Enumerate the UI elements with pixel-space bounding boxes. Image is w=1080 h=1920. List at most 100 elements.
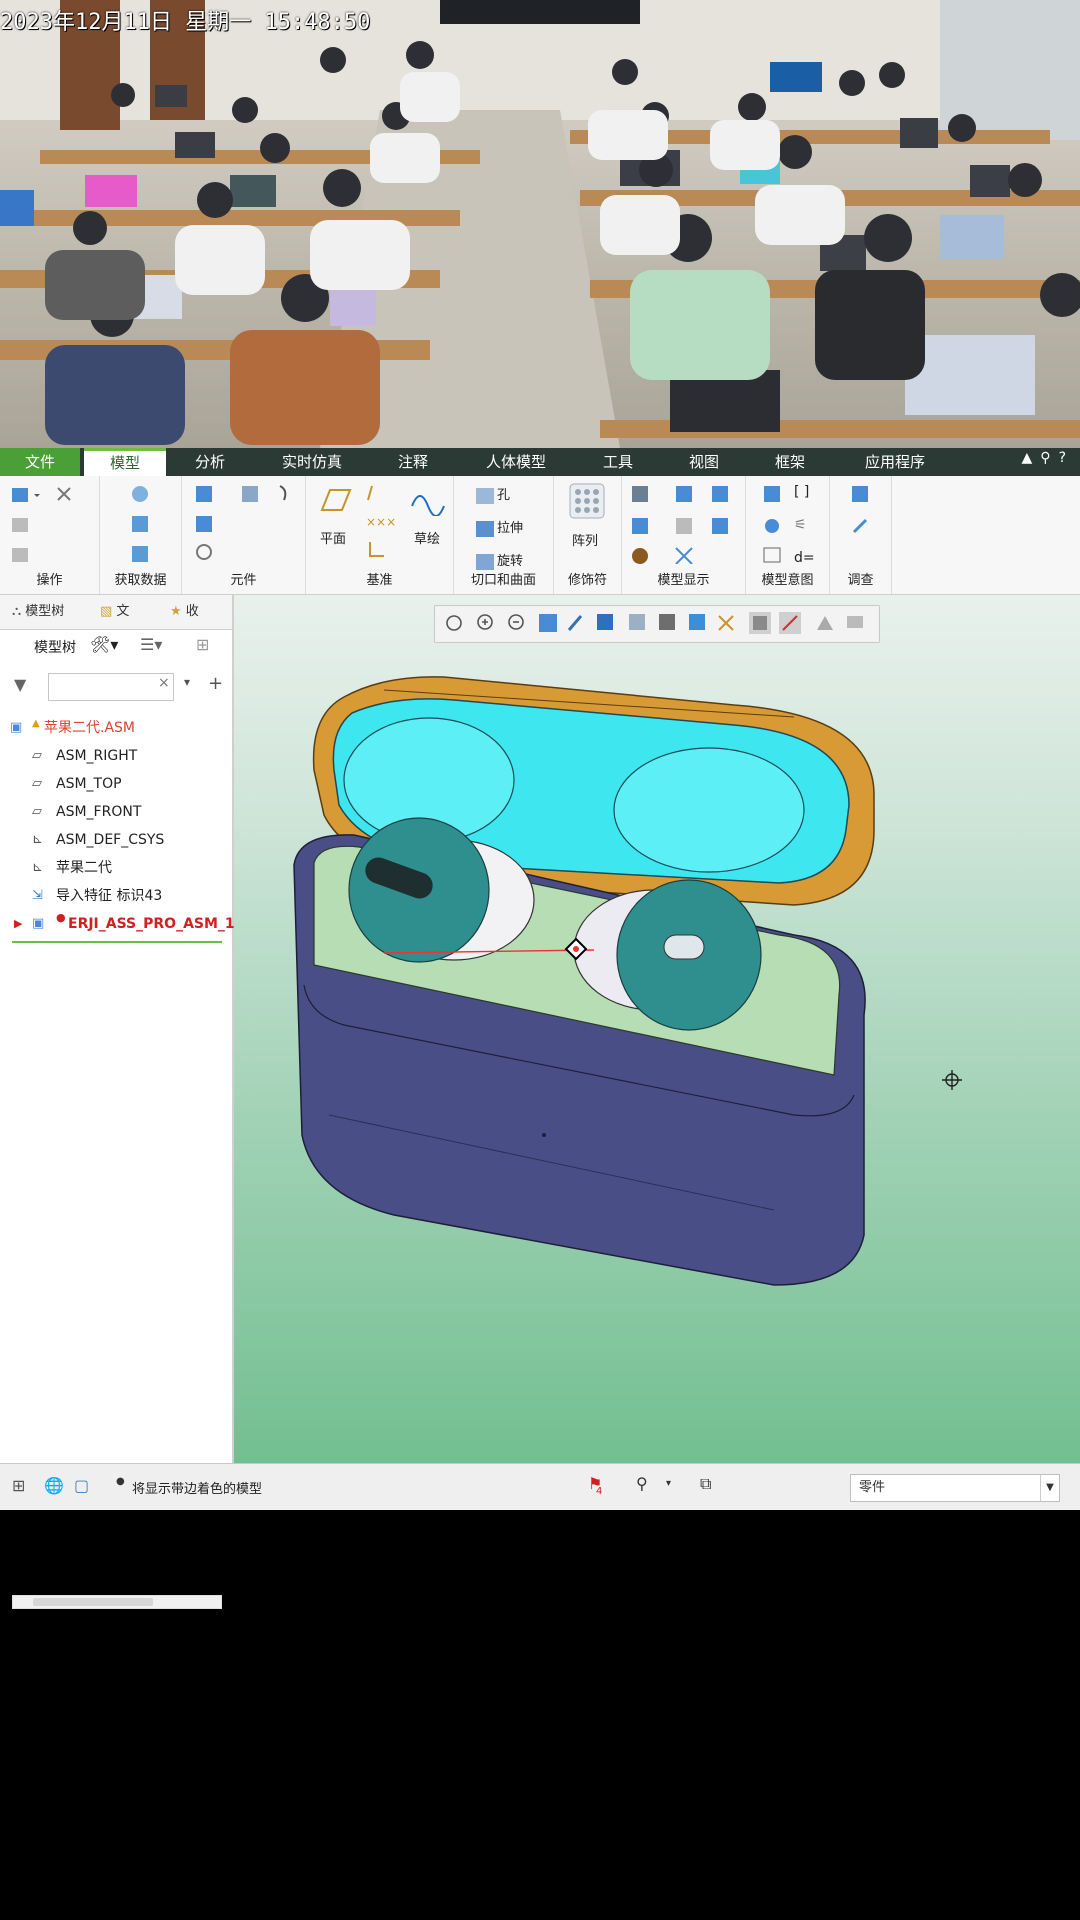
collapse-ribbon-icon[interactable]: ▲	[1022, 450, 1041, 466]
group-label-model-display[interactable]: 模型显示	[622, 569, 745, 588]
investigate-icons[interactable]	[850, 484, 874, 544]
component-icons[interactable]	[192, 482, 302, 562]
model-display-icons[interactable]	[628, 484, 744, 564]
chevron-down-icon[interactable]: ▼	[1040, 1475, 1059, 1501]
tab-folder-browser[interactable]: ▧ 文	[100, 595, 129, 629]
tree-item-root-assembly[interactable]: ▣ ▲ 苹果二代.ASM	[0, 715, 232, 741]
fullscreen-icon[interactable]: ▢	[74, 1476, 89, 1495]
tree-item-subassembly[interactable]: ▶ ▣ ● ERJI_ASS_PRO_ASM_1	[0, 911, 235, 937]
model-intent-icons[interactable]	[762, 484, 792, 564]
tab-view[interactable]: 视图	[676, 448, 732, 476]
tree-item-import-feature[interactable]: ⇲ 导入特征 标识43	[0, 883, 232, 909]
ribbon-tab-bar: 文件 模型 分析 实时仿真 注释 人体模型 工具 视图 框架 应用程序 ▲⚲?	[0, 448, 1080, 476]
hole-button[interactable]: 孔	[476, 484, 510, 504]
folder-icon: ▧	[100, 604, 117, 619]
tree-item-asm-front[interactable]: ▱ ASM_FRONT	[0, 799, 232, 825]
tree-item-label: ERJI_ASS_PRO_ASM_1	[68, 916, 235, 932]
search-icon[interactable]: ⚲	[1040, 450, 1058, 466]
spin-center-icon	[942, 1070, 962, 1090]
tab-model-tree[interactable]: ⛬ 模型树	[12, 595, 64, 629]
group-label-model-intent[interactable]: 模型意图	[746, 569, 829, 588]
tree-item-label: ASM_TOP	[56, 776, 122, 792]
classroom-scene	[0, 0, 1080, 448]
import-feature-icon: ⇲	[32, 888, 43, 903]
tab-file[interactable]: 文件	[0, 448, 80, 476]
model-tree-menu-label[interactable]: 模型树	[34, 637, 76, 657]
insert-here-marker[interactable]	[12, 941, 222, 943]
tree-item-label: 苹果二代.ASM	[44, 720, 135, 736]
datum-plane-icon[interactable]	[314, 486, 354, 516]
parameters-icon[interactable]: [ ]	[794, 484, 809, 500]
tree-search-input[interactable]	[48, 673, 174, 701]
filter-icon[interactable]: ▼	[14, 675, 26, 694]
navigator-tabs: ⛬ 模型树 ▧ 文 ★ 收	[0, 595, 232, 630]
tab-analysis[interactable]: 分析	[180, 448, 240, 476]
tree-item-csys-apple[interactable]: ⊾ 苹果二代	[0, 855, 232, 881]
pattern-icon[interactable]	[568, 482, 608, 522]
tab-applications[interactable]: 应用程序	[850, 448, 940, 476]
graphics-viewport[interactable]	[234, 595, 1080, 1463]
help-icon[interactable]: ?	[1059, 450, 1074, 466]
tab-framework[interactable]: 框架	[762, 448, 818, 476]
revolve-button[interactable]: 旋转	[476, 550, 523, 570]
svg-text:×××: ×××	[366, 515, 396, 529]
browser-toggle-icon[interactable]: 🌐	[44, 1476, 64, 1495]
tab-tools[interactable]: 工具	[590, 448, 646, 476]
tab-live-simulation[interactable]: 实时仿真	[270, 448, 354, 476]
tab-favorites[interactable]: ★ 收	[170, 595, 199, 629]
tree-item-label: 导入特征 标识43	[56, 888, 163, 904]
add-filter-icon[interactable]: +	[208, 673, 223, 694]
group-label-operations[interactable]: 操作	[0, 569, 99, 588]
find-icon[interactable]: ⚲	[636, 1474, 648, 1493]
get-data-icons[interactable]	[128, 484, 158, 564]
tab-favorites-label: 收	[185, 604, 199, 619]
cad-application-window: 文件 模型 分析 实时仿真 注释 人体模型 工具 视图 框架 应用程序 ▲⚲? …	[0, 448, 1080, 1609]
tab-manikin[interactable]: 人体模型	[470, 448, 562, 476]
subassembly-icon: ▣	[32, 916, 45, 931]
warning-icon: ▲	[32, 718, 40, 729]
revolve-icon	[476, 553, 494, 570]
status-bar: ⊞ 🌐 ▢ ● 将显示带边着色的模型 ⚑ 4 ⚲ ▾ ⧉ 零件 ▼	[0, 1463, 1080, 1510]
sketch-icon[interactable]	[410, 486, 446, 516]
classroom-camera-feed: 2023年12月11日 星期一 15:48:50	[0, 0, 1080, 448]
group-label-modifier[interactable]: 修饰符	[554, 569, 621, 588]
group-label-cut-surface[interactable]: 切口和曲面	[454, 569, 553, 588]
clear-search-icon[interactable]: ×	[158, 675, 170, 691]
select-box-icon[interactable]: ⧉	[700, 1474, 711, 1494]
group-label-datum[interactable]: 基准	[306, 569, 453, 588]
tree-item-label: 苹果二代	[56, 860, 112, 876]
tab-annotate[interactable]: 注释	[385, 448, 441, 476]
window-controls[interactable]: ▲⚲?	[1022, 450, 1074, 466]
group-investigate: 调查	[830, 476, 892, 594]
selection-filter-select[interactable]: 零件 ▼	[850, 1474, 1060, 1502]
search-options-icon[interactable]: ▾	[184, 675, 190, 689]
group-label-component[interactable]: 元件	[182, 569, 305, 588]
scrollbar-thumb[interactable]	[33, 1598, 153, 1606]
tree-item-asm-top[interactable]: ▱ ASM_TOP	[0, 771, 232, 797]
tab-model[interactable]: 模型	[84, 448, 166, 476]
plane-button[interactable]: 平面	[320, 528, 346, 547]
tree-item-asm-def-csys[interactable]: ⊾ ASM_DEF_CSYS	[0, 827, 232, 853]
switch-dimensions-icon[interactable]: ⚟	[794, 517, 807, 533]
tree-columns-icon[interactable]: ☰▾	[140, 635, 162, 654]
ribbon-toolbar: 操作 获取数据 元件 平面 ××× 草绘 基准 孔 拉伸 旋转 切口和曲面 阵列…	[0, 476, 1080, 595]
revolve-label: 旋转	[497, 554, 524, 569]
find-dropdown-icon[interactable]: ▾	[666, 1478, 671, 1489]
earbuds-case-3d-model[interactable]	[234, 595, 1080, 1463]
tree-settings-icon[interactable]: 🛠▾	[90, 635, 118, 654]
tree-item-asm-right[interactable]: ▱ ASM_RIGHT	[0, 743, 232, 769]
tree-display-icon[interactable]: ⊞	[196, 635, 209, 654]
tree-horizontal-scrollbar[interactable]	[12, 1595, 222, 1609]
tree-filter-bar: ▼ × ▾ +	[8, 671, 230, 701]
pattern-button[interactable]: 阵列	[572, 530, 598, 549]
group-label-get-data[interactable]: 获取数据	[100, 569, 181, 588]
extrude-button[interactable]: 拉伸	[476, 517, 523, 537]
sketch-button[interactable]: 草绘	[414, 528, 440, 547]
extrude-label: 拉伸	[497, 521, 524, 536]
relations-button[interactable]: d=	[794, 550, 815, 566]
navigator-toggle-icon[interactable]: ⊞	[12, 1476, 25, 1495]
operations-icons[interactable]	[10, 484, 90, 564]
expand-arrow-icon[interactable]: ▶	[14, 911, 22, 937]
datum-tools-icons[interactable]: ×××	[362, 484, 402, 564]
group-label-investigate[interactable]: 调查	[830, 569, 891, 588]
